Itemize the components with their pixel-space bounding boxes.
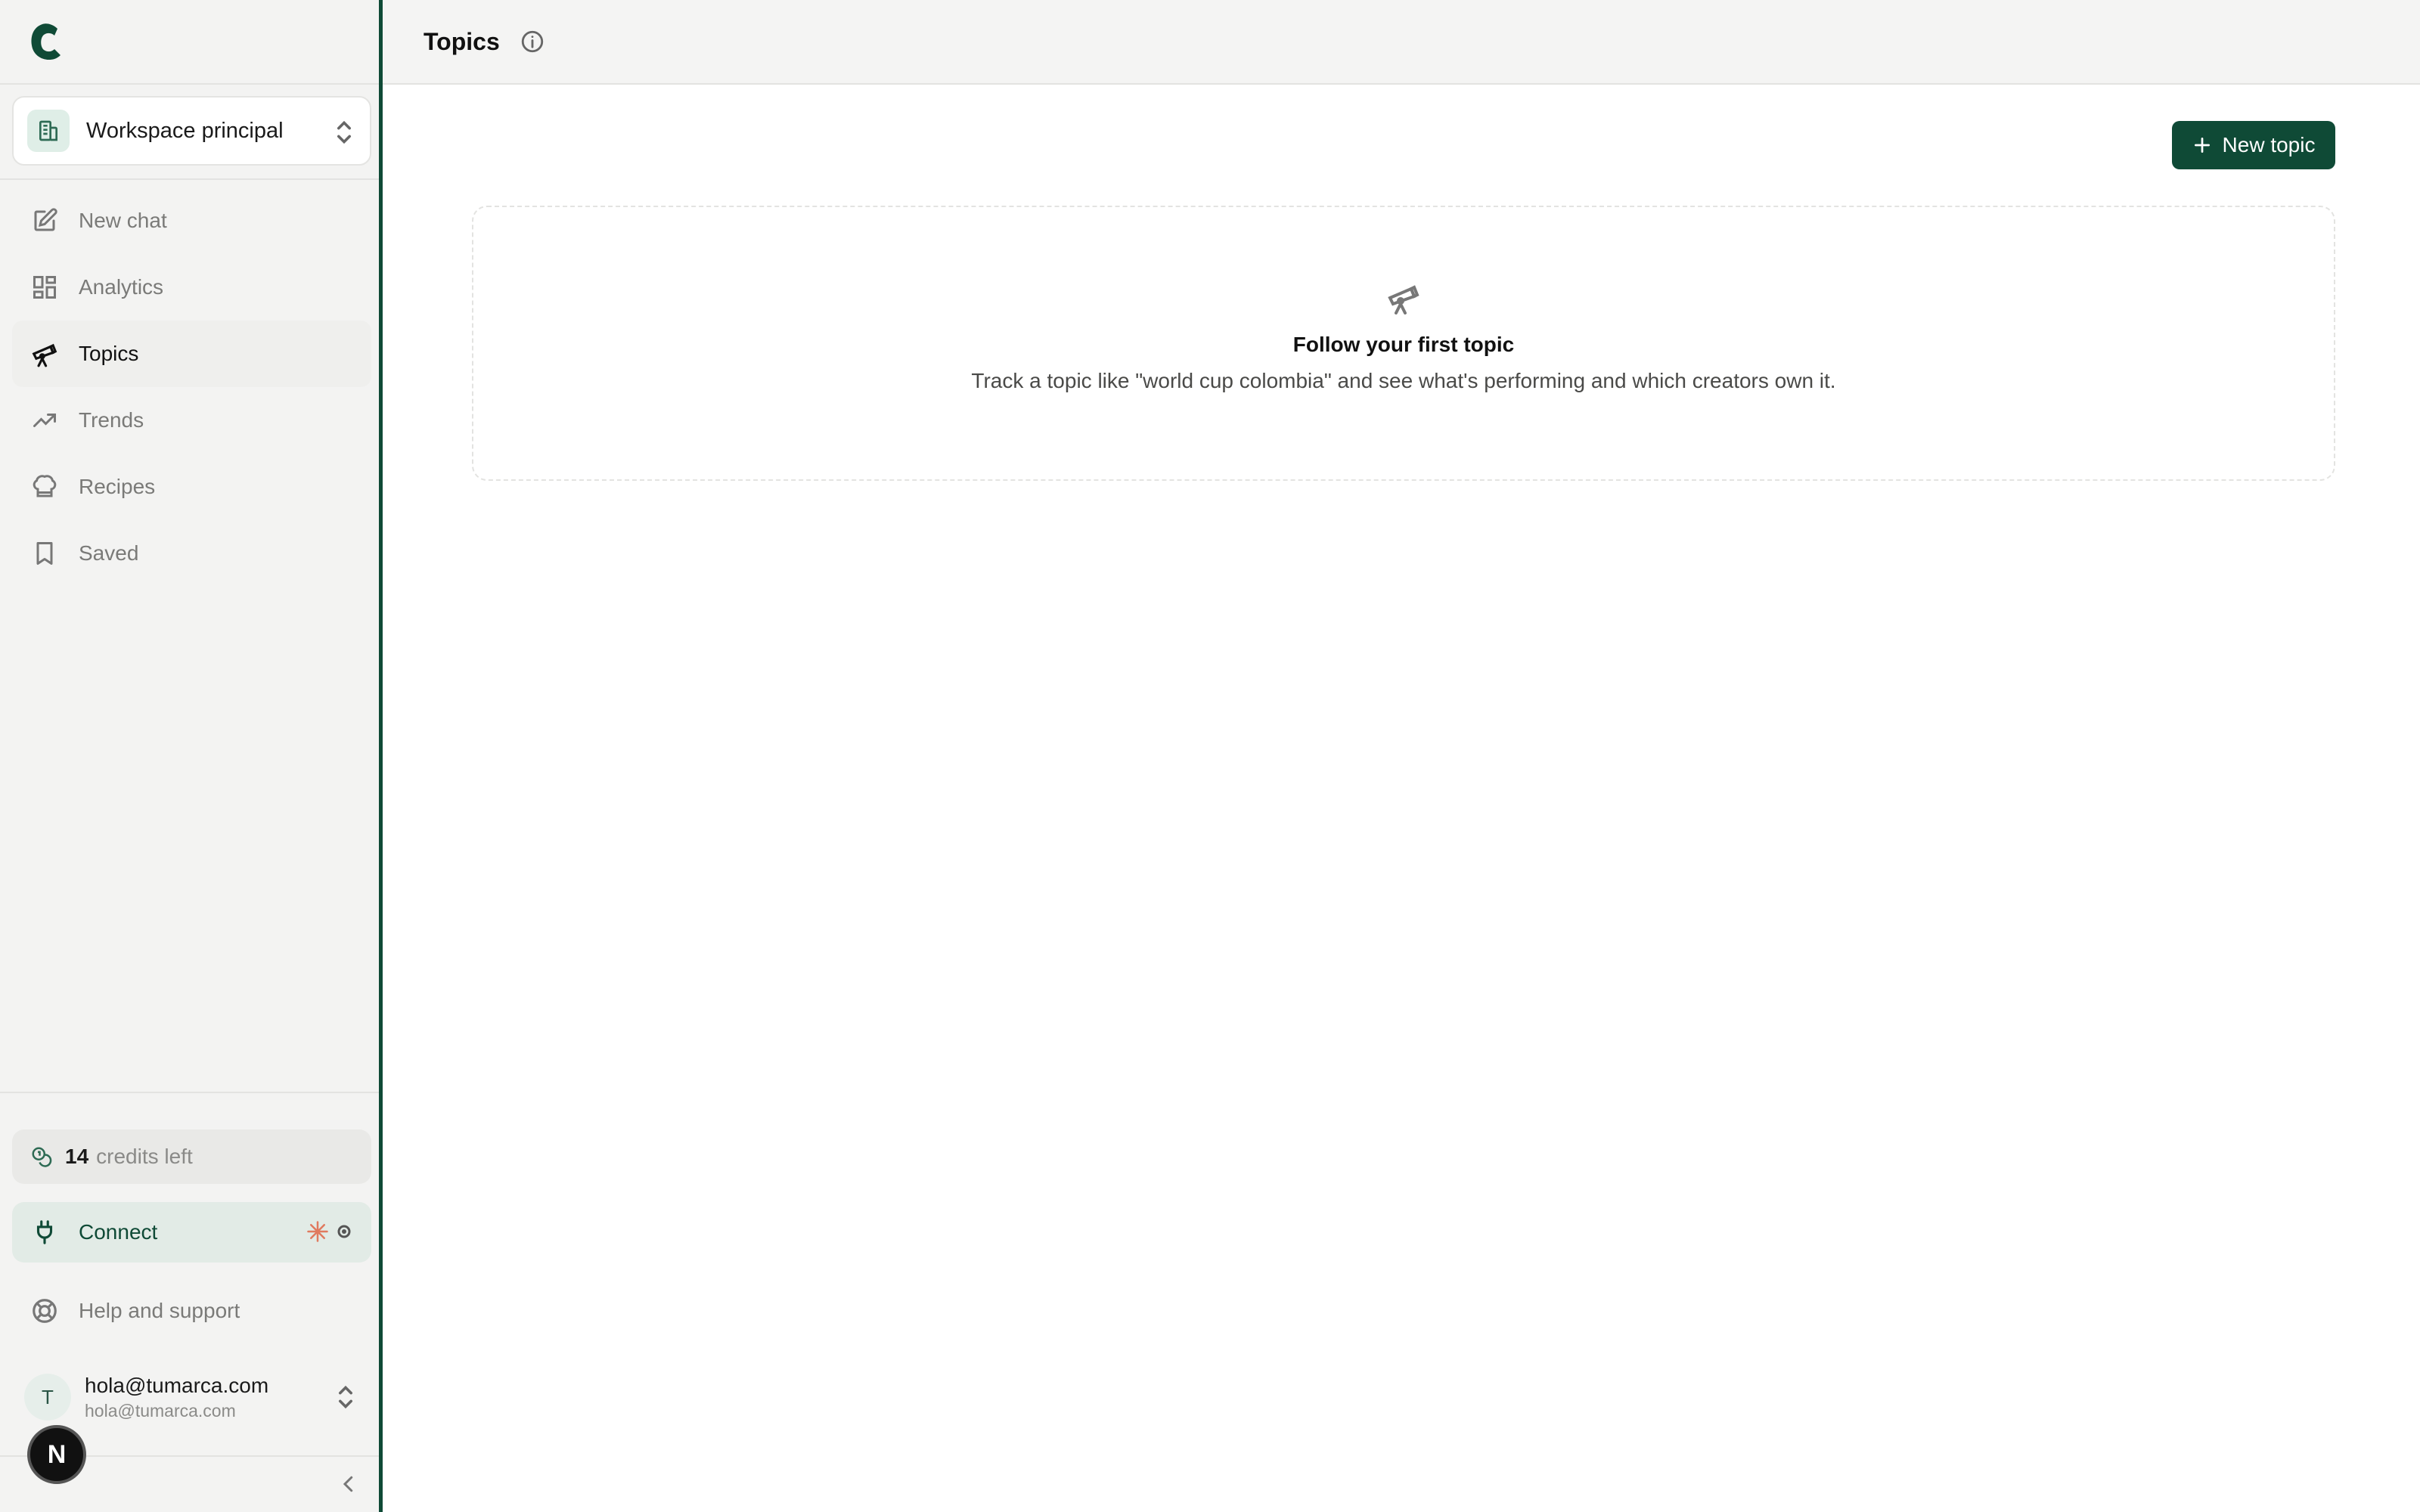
empty-state-title: Follow your first topic <box>1292 333 1515 356</box>
sidebar-item-label: Analytics <box>79 275 164 299</box>
connect-badges <box>306 1220 352 1243</box>
plug-icon <box>36 1220 53 1244</box>
connect-label: Connect <box>79 1220 158 1244</box>
credits-badge[interactable]: 14 credits left <box>12 1129 371 1184</box>
grid-icon <box>30 273 59 302</box>
sparkle-icon <box>307 1221 328 1242</box>
telescope-icon <box>30 339 59 368</box>
sidebar-item-label: Trends <box>79 408 144 432</box>
telescope-icon <box>1388 285 1419 314</box>
user-email: hola@tumarca.com <box>85 1373 269 1397</box>
trend-up-icon <box>30 406 59 435</box>
divider <box>0 1092 379 1093</box>
divider <box>0 178 379 180</box>
bookmark-icon <box>30 539 59 568</box>
empty-state-description: Track a topic like "world cup colombia" … <box>971 369 1836 392</box>
new-topic-label: New topic <box>2222 133 2316 156</box>
credits-label: credits left <box>96 1145 193 1168</box>
edit-icon <box>30 206 59 235</box>
page-title: Topics <box>424 27 500 55</box>
sidebar-item-label: New chat <box>79 209 167 232</box>
sidebar: Workspace principal New chat Analytics T… <box>0 0 383 1512</box>
coins-icon <box>32 1147 52 1167</box>
sidebar-item-new-chat[interactable]: New chat <box>12 187 371 254</box>
plus-icon <box>2194 137 2210 153</box>
sidebar-item-label: Recipes <box>79 475 156 498</box>
empty-state-card: Follow your first topic Track a topic li… <box>472 206 2335 481</box>
lifebuoy-icon <box>33 1299 57 1323</box>
sidebar-item-trends[interactable]: Trends <box>12 387 371 454</box>
workspace-name: Workspace principal <box>86 118 284 143</box>
help-label: Help and support <box>79 1299 240 1322</box>
chevron-updown-icon <box>337 120 351 144</box>
status-dot-icon <box>337 1225 351 1238</box>
new-topic-button[interactable]: New topic <box>2172 121 2335 169</box>
user-subtitle: hola@tumarca.com <box>85 1400 236 1421</box>
page-header: Topics <box>383 0 2420 85</box>
chevron-updown-icon <box>338 1385 352 1409</box>
connect-button[interactable]: Connect <box>12 1202 371 1263</box>
collapse-sidebar-icon[interactable] <box>337 1473 360 1495</box>
sidebar-item-topics[interactable]: Topics <box>12 321 371 387</box>
help-support-link[interactable]: Help and support <box>12 1278 371 1344</box>
chef-hat-icon <box>30 472 59 501</box>
avatar: T <box>24 1374 71 1421</box>
building-icon <box>27 110 70 152</box>
workspace-switcher[interactable]: Workspace principal <box>12 96 371 166</box>
sidebar-item-saved[interactable]: Saved <box>12 520 371 587</box>
sidebar-item-analytics[interactable]: Analytics <box>12 254 371 321</box>
user-menu[interactable]: T hola@tumarca.com hola@tumarca.com <box>12 1361 371 1433</box>
brand-logo[interactable] <box>27 21 62 64</box>
sidebar-item-recipes[interactable]: Recipes <box>12 454 371 520</box>
credits-count: 14 <box>65 1145 89 1168</box>
sidebar-nav: New chat Analytics Topics Trends Recipes… <box>12 187 371 587</box>
devtools-badge[interactable]: N <box>27 1425 86 1484</box>
info-icon[interactable] <box>520 29 545 54</box>
sidebar-item-label: Saved <box>79 541 139 565</box>
sidebar-item-label: Topics <box>79 342 139 365</box>
logo-bar <box>0 0 379 85</box>
user-info: hola@tumarca.com hola@tumarca.com <box>85 1374 268 1421</box>
